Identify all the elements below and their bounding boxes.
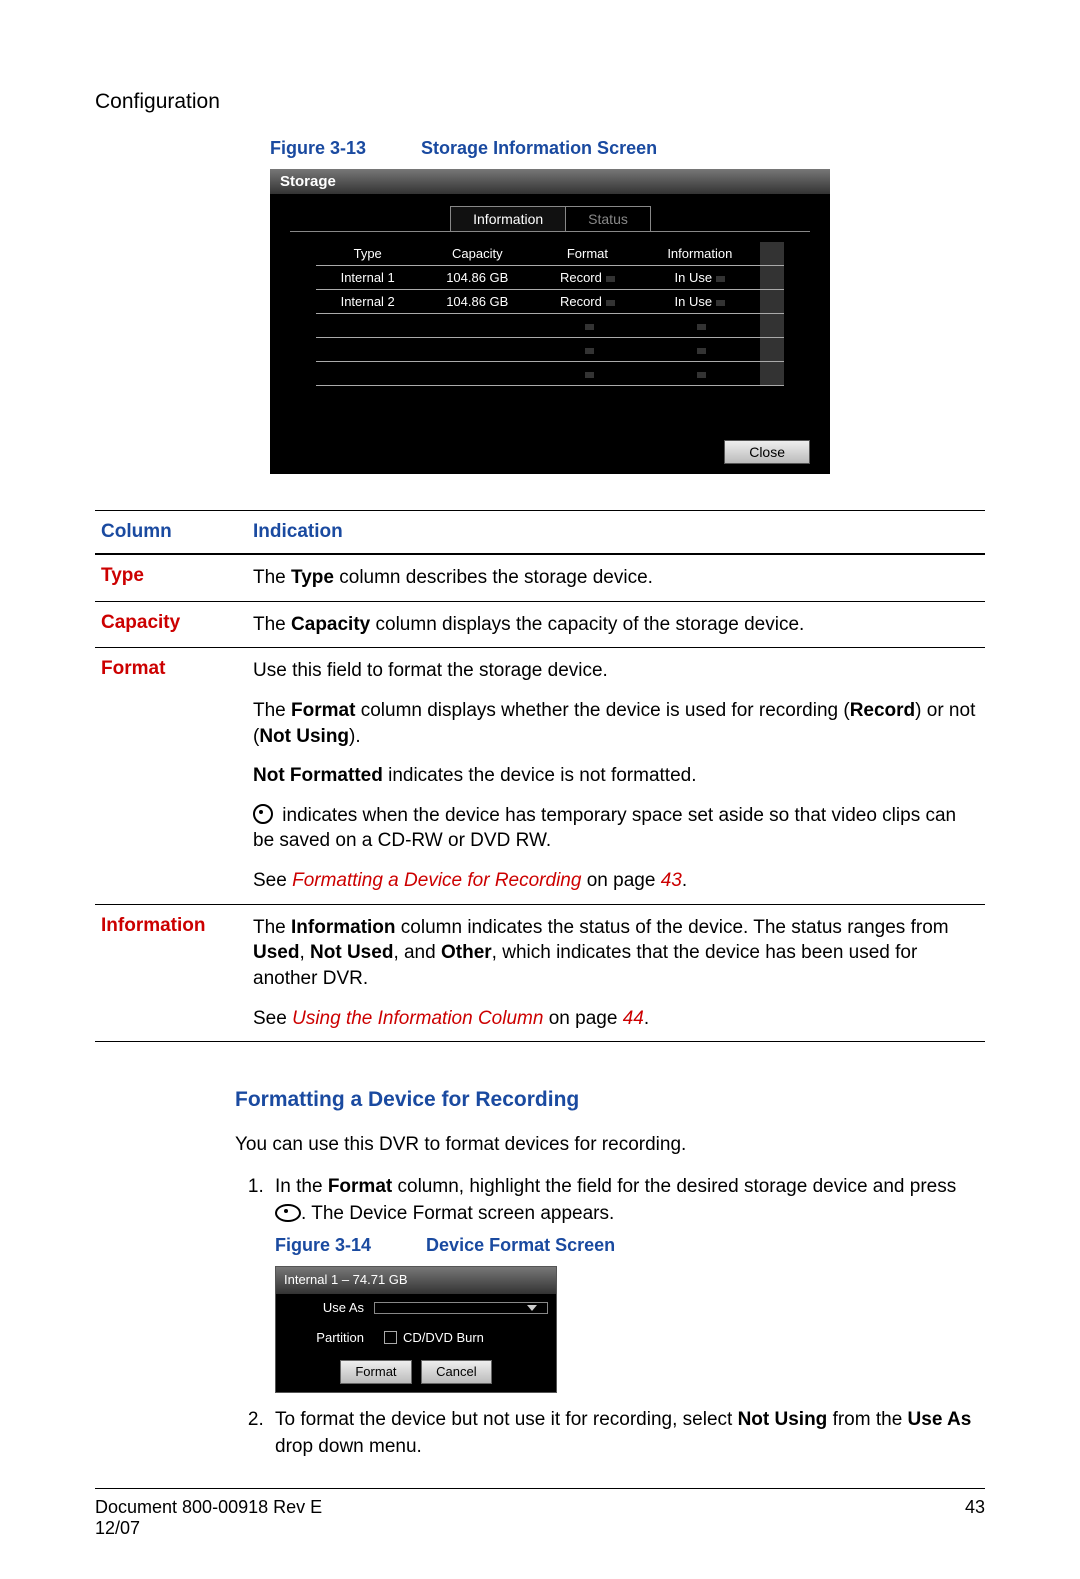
tab-status[interactable]: Status	[565, 206, 651, 231]
col-capacity: Capacity	[419, 242, 535, 266]
dropdown-icon	[716, 276, 725, 282]
footer-doc: Document 800-00918 Rev E	[95, 1497, 322, 1518]
storage-info-screenshot: Storage Information Status Type Capacity…	[270, 169, 830, 474]
device-format-title: Internal 1 – 74.71 GB	[276, 1267, 556, 1293]
col-information: Information	[640, 242, 760, 266]
partition-checkbox[interactable]: CD/DVD Burn	[374, 1327, 548, 1349]
figure-3-13-caption: Figure 3-13 Storage Information Screen	[270, 138, 985, 159]
figure-number: Figure 3-13	[270, 138, 366, 158]
cancel-button[interactable]: Cancel	[421, 1360, 491, 1384]
device-format-screenshot: Internal 1 – 74.71 GB Use As Partition C…	[275, 1266, 557, 1393]
tab-bar: Information Status	[290, 206, 810, 232]
col-type: Type	[316, 242, 419, 266]
row-type-desc: The Type column describes the storage de…	[247, 554, 985, 601]
footer-date: 12/07	[95, 1518, 322, 1539]
row-capacity-label: Capacity	[95, 601, 247, 648]
link-using-information-column[interactable]: Using the Information Column	[292, 1008, 543, 1029]
row-type-label: Type	[95, 554, 247, 601]
enter-icon	[275, 1204, 301, 1222]
header-indication: Indication	[247, 511, 985, 555]
format-button[interactable]: Format	[340, 1360, 411, 1384]
disc-icon	[253, 804, 273, 824]
chevron-down-icon	[527, 1305, 537, 1311]
figure-title: Device Format Screen	[426, 1235, 615, 1255]
step-2: To format the device but not use it for …	[269, 1407, 985, 1460]
col-format: Format	[535, 242, 640, 266]
page-footer: Document 800-00918 Rev E 12/07 43	[95, 1488, 985, 1539]
dropdown-icon	[606, 300, 615, 306]
figure-title: Storage Information Screen	[421, 138, 657, 158]
row-capacity-desc: The Capacity column displays the capacit…	[247, 601, 985, 648]
partition-label: Partition	[284, 1329, 374, 1347]
close-button[interactable]: Close	[724, 440, 810, 464]
tab-information[interactable]: Information	[450, 206, 566, 231]
dropdown-icon	[606, 276, 615, 282]
figure-number: Figure 3-14	[275, 1235, 371, 1255]
footer-page: 43	[965, 1497, 985, 1539]
row-information-label: Information	[95, 904, 247, 1042]
section-heading: Configuration	[95, 90, 985, 114]
storage-table: Type Capacity Format Information Interna…	[316, 242, 784, 386]
row-format-label: Format	[95, 648, 247, 904]
steps-list: In the Format column, highlight the fiel…	[235, 1174, 985, 1460]
table-row: Internal 1 104.86 GB Record In Use	[316, 266, 784, 290]
row-format-desc: Use this field to format the storage dev…	[247, 648, 985, 904]
table-row: Internal 2 104.86 GB Record In Use	[316, 290, 784, 314]
dropdown-icon	[716, 300, 725, 306]
window-title: Storage	[270, 169, 830, 194]
intro-paragraph: You can use this DVR to format devices f…	[235, 1132, 985, 1158]
step-1: In the Format column, highlight the fiel…	[269, 1174, 985, 1393]
use-as-label: Use As	[284, 1299, 374, 1317]
checkbox-icon	[384, 1331, 397, 1344]
column-indication-table: Column Indication Type The Type column d…	[95, 510, 985, 1042]
row-information-desc: The Information column indicates the sta…	[247, 904, 985, 1042]
use-as-dropdown[interactable]	[374, 1302, 548, 1314]
subheading-formatting: Formatting a Device for Recording	[235, 1088, 985, 1112]
link-formatting-device[interactable]: Formatting a Device for Recording	[292, 870, 581, 891]
header-column: Column	[95, 511, 247, 555]
figure-3-14-caption: Figure 3-14 Device Format Screen	[275, 1233, 985, 1258]
